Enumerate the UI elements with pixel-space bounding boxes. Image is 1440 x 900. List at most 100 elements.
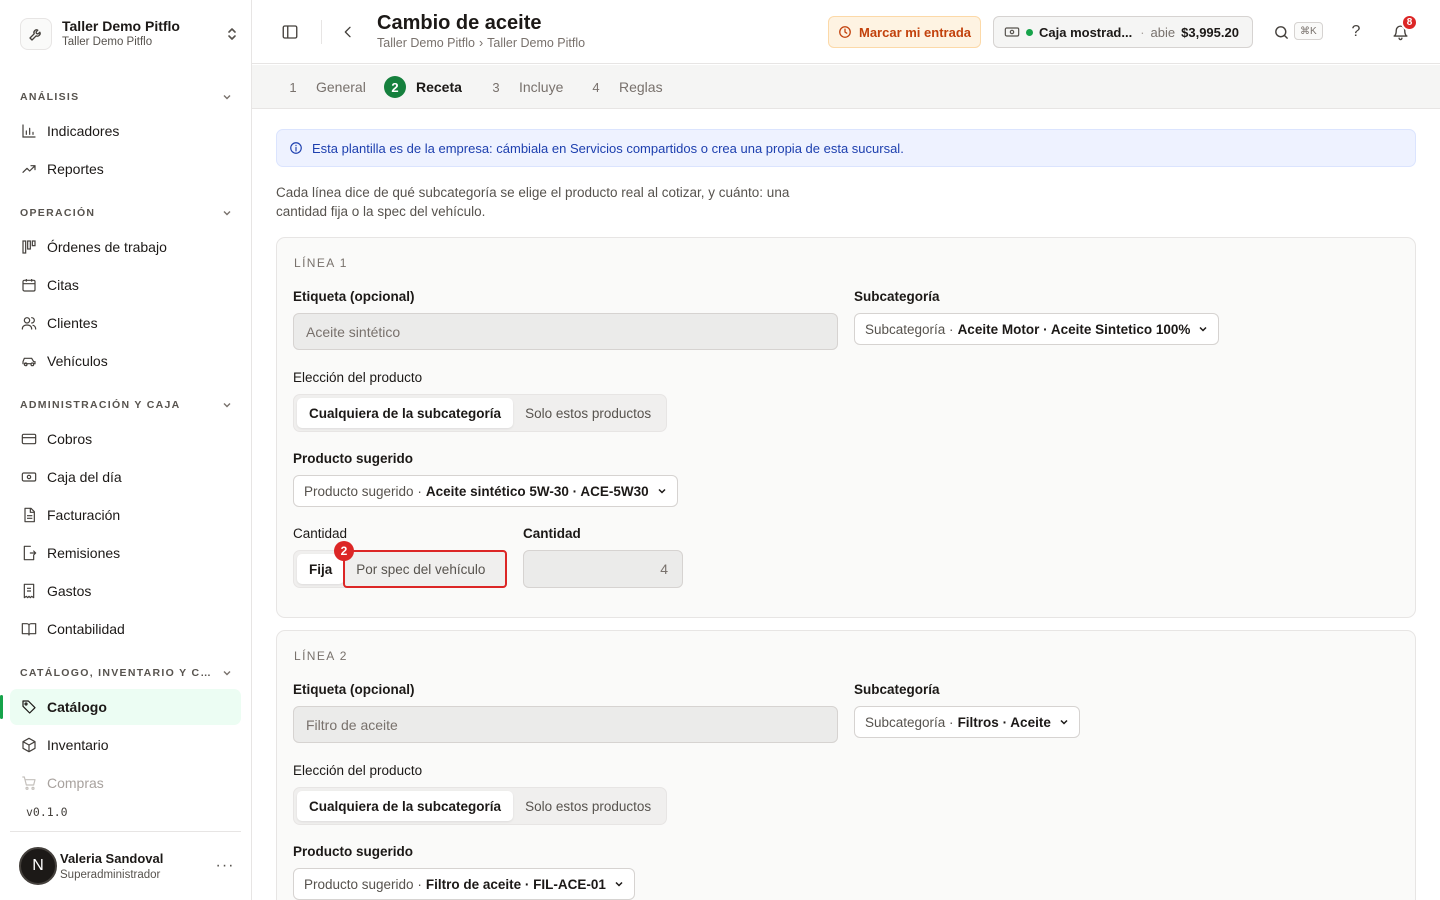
- sidebar-item-caja-del-dia[interactable]: Caja del día: [10, 459, 241, 495]
- option-only-these-products[interactable]: Solo estos productos: [513, 398, 663, 428]
- step-receta[interactable]: 2 Receta: [384, 76, 462, 98]
- sidebar-item-indicadores[interactable]: Indicadores: [10, 113, 241, 149]
- product-choice-label: Elección del producto: [293, 370, 423, 385]
- calendar-icon: [20, 277, 37, 294]
- chevron-down-icon: [1059, 717, 1069, 727]
- chevron-down-icon: [657, 486, 667, 496]
- banknote-icon: [1004, 27, 1020, 37]
- line-title: LÍNEA 2: [294, 649, 348, 663]
- stepper: 1 General 2 Receta 3 Incluye 4 Reglas: [252, 65, 1440, 109]
- bar-chart-icon: [20, 123, 37, 140]
- banknote-icon: [20, 469, 37, 486]
- sidebar-item-vehiculos[interactable]: Vehículos: [10, 343, 241, 379]
- workspace-name: Taller Demo Pitflo: [62, 18, 180, 34]
- user-name: Valeria Sandoval: [60, 851, 164, 866]
- sidebar-item-remisiones[interactable]: Remisiones: [10, 535, 241, 571]
- sidebar-item-citas[interactable]: Citas: [10, 267, 241, 303]
- sidebar-item-ordenes[interactable]: Órdenes de trabajo: [10, 229, 241, 265]
- chevron-down-icon: [223, 403, 231, 408]
- info-icon: [289, 141, 303, 155]
- breadcrumb: Taller Demo Pitflo › Taller Demo Pitflo: [377, 36, 586, 50]
- breadcrumb-item[interactable]: Taller Demo Pitflo: [377, 36, 475, 50]
- step-incluye[interactable]: 3 Incluye: [485, 76, 563, 98]
- search-shortcut: ⌘K: [1294, 22, 1323, 40]
- subcategory-select[interactable]: Subcategoría · Aceite Motor · Aceite Sint…: [854, 313, 1220, 345]
- top-header: Cambio de aceite Taller Demo Pitflo › Tall…: [252, 0, 1440, 64]
- kanban-icon: [20, 239, 37, 256]
- cash-register-state: abie: [1150, 24, 1176, 40]
- workspace-subtitle: Taller Demo Pitflo: [62, 36, 153, 48]
- sidebar-item-cobros[interactable]: Cobros: [10, 421, 241, 457]
- chevron-down-icon: [223, 211, 231, 216]
- suggested-product-select[interactable]: Producto sugerido · Filtro de aceite · FI…: [293, 868, 635, 900]
- app-version: v0.1.0: [26, 805, 68, 819]
- label-input[interactable]: Aceite sintético: [293, 313, 838, 350]
- header-divider: [321, 20, 322, 44]
- clock-icon: [838, 25, 852, 39]
- sidebar-toggle-icon[interactable]: [280, 22, 300, 42]
- highlight-box: [343, 550, 507, 588]
- option-any-subcategory[interactable]: Cualquiera de la subcategoría: [297, 791, 514, 821]
- workspace-switcher[interactable]: Taller Demo Pitflo Taller Demo Pitflo: [20, 15, 240, 53]
- subcategory-label: Subcategoría: [854, 682, 940, 697]
- back-arrow-icon[interactable]: [338, 22, 358, 42]
- search-icon[interactable]: [1271, 22, 1291, 42]
- label-input[interactable]: Filtro de aceite: [293, 706, 838, 743]
- recipe-line-2: LÍNEA 2 Etiqueta (opcional) Filtro de ac…: [276, 630, 1416, 900]
- sidebar-item-compras[interactable]: Compras: [10, 765, 241, 801]
- option-any-subcategory[interactable]: Cualquiera de la subcategoría: [297, 398, 514, 428]
- trending-up-icon: [20, 161, 37, 178]
- option-only-these-products[interactable]: Solo estos productos: [513, 791, 663, 821]
- wrench-icon: [20, 18, 52, 50]
- users-icon: [20, 315, 37, 332]
- sidebar-item-reportes[interactable]: Reportes: [10, 151, 241, 187]
- status-dot: [1026, 28, 1033, 36]
- cash-register-amount: $3,995.20: [1181, 24, 1239, 40]
- section-catalogo[interactable]: CATÁLOGO, INVENTARIO Y CO...: [20, 665, 232, 681]
- user-role: Superadministrador: [60, 869, 161, 881]
- sidebar-item-contabilidad[interactable]: Contabilidad: [10, 611, 241, 647]
- label-field-label: Etiqueta (opcional): [293, 682, 415, 697]
- cash-register-name: Caja mostrad...: [1039, 24, 1133, 40]
- sidebar-item-facturacion[interactable]: Facturación: [10, 497, 241, 533]
- sidebar-item-clientes[interactable]: Clientes: [10, 305, 241, 341]
- page-title: Cambio de aceite: [377, 12, 542, 34]
- quantity-label: Cantidad: [523, 526, 581, 541]
- recipe-line-1: LÍNEA 1 Etiqueta (opcional) Aceite sinté…: [276, 237, 1416, 618]
- suggested-product-select[interactable]: Producto sugerido · Aceite sintético 5W-3…: [293, 475, 678, 507]
- more-horizontal-icon[interactable]: ···: [213, 857, 237, 875]
- help-icon[interactable]: ?: [1346, 22, 1366, 42]
- shopping-cart-icon: [20, 775, 37, 792]
- breadcrumb-item[interactable]: Taller Demo Pitflo: [487, 36, 585, 50]
- subcategory-label: Subcategoría: [854, 289, 940, 304]
- line-title: LÍNEA 1: [294, 256, 348, 270]
- credit-card-icon: [20, 431, 37, 448]
- step-reglas[interactable]: 4 Reglas: [585, 76, 662, 98]
- sidebar-item-catalogo[interactable]: Catálogo: [0, 689, 241, 725]
- quantity-mode-label: Cantidad: [293, 526, 348, 541]
- chevron-down-icon: [1198, 324, 1208, 334]
- chevron-up-down-icon: [224, 24, 240, 44]
- info-banner: Esta plantilla es de la empresa: cámbial…: [276, 129, 1416, 167]
- recipe-description: Cada línea dice de qué subcategoría se e…: [276, 185, 790, 219]
- step-general[interactable]: 1 General: [282, 76, 365, 98]
- chevron-down-icon: [223, 95, 231, 100]
- package-icon: [20, 737, 37, 754]
- file-text-icon: [20, 507, 37, 524]
- receipt-icon: [20, 583, 37, 600]
- tags-icon: [20, 699, 37, 716]
- section-analisis[interactable]: ANÁLISIS: [20, 89, 232, 105]
- main-content: Esta plantilla es de la empresa: cámbial…: [252, 110, 1440, 900]
- sidebar-item-inventario[interactable]: Inventario: [10, 727, 241, 763]
- user-menu[interactable]: N Valeria Sandoval Superadministrador ··…: [10, 831, 241, 900]
- sidebar-item-gastos[interactable]: Gastos: [10, 573, 241, 609]
- section-administracion[interactable]: ADMINISTRACIÓN Y CAJA: [20, 397, 232, 413]
- mark-entry-button[interactable]: Marcar mi entrada: [828, 16, 981, 48]
- quantity-input[interactable]: 4: [523, 550, 683, 588]
- avatar: N: [19, 847, 57, 885]
- annotation-badge: 2: [334, 541, 354, 561]
- cash-register-selector[interactable]: Caja mostrad... · abie $3,995.20: [993, 16, 1253, 48]
- product-choice-toggle: Cualquiera de la subcategoría Solo estos…: [293, 787, 668, 825]
- subcategory-select[interactable]: Subcategoría · Filtros · Aceite: [854, 706, 1080, 738]
- section-operacion[interactable]: OPERACIÓN: [20, 205, 232, 221]
